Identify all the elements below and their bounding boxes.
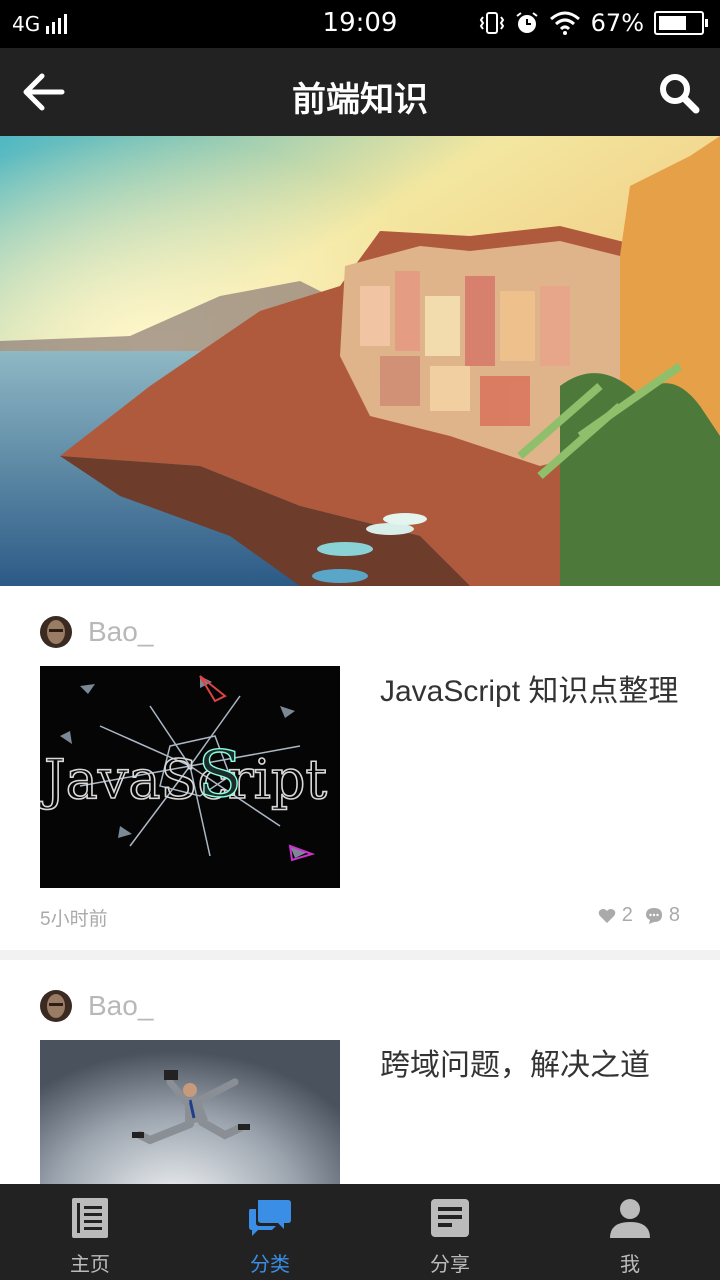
comment-icon[interactable] [645,907,663,925]
nav-label-share: 分享 [430,1254,470,1276]
status-bar: 4G 19:09 67% [0,0,720,48]
note-icon [431,1199,469,1237]
nav-item-me[interactable]: 我 [540,1184,720,1280]
page-title: 前端知识 [292,81,428,119]
battery-icon [654,11,708,35]
nav-label-category: 分类 [250,1254,290,1276]
nav-item-share[interactable]: 分享 [360,1184,540,1280]
nav-label-home: 主页 [70,1254,110,1276]
person-icon [610,1199,650,1238]
alarm-icon [516,12,538,33]
article-stats: 2 8 [598,904,680,927]
comment-count: 8 [668,904,680,926]
chat-bubbles-icon [249,1200,291,1236]
status-icons: 67% [479,9,708,37]
nav-label-me: 我 [620,1254,640,1276]
svg-text:JavaScript: JavaScript [40,748,327,811]
article-title[interactable]: JavaScript 知识点整理 [380,668,680,716]
battery-percent: 67% [590,9,644,37]
vibrate-icon [479,12,504,34]
article-title[interactable]: 跨域问题，解决之道 [380,1042,680,1090]
nav-item-category[interactable]: 分类 [180,1184,360,1280]
svg-text:S: S [198,738,242,812]
heart-icon[interactable] [598,908,616,924]
article-card[interactable]: Bao_ 跨域问题，解决之道 [0,960,720,1184]
nav-item-home[interactable]: 主页 [0,1184,180,1280]
bottom-nav: 主页 分类 分享 我 [0,1184,720,1280]
post-time: 5小时前 [40,909,108,930]
author-name[interactable]: Bao_ [88,990,153,1022]
like-count: 2 [621,904,633,926]
wifi-icon [549,11,580,35]
author-row[interactable]: Bao_ [40,990,153,1022]
avatar[interactable] [40,990,72,1022]
author-row[interactable]: Bao_ [40,616,153,648]
app-bar: 前端知识 [0,48,720,136]
hero-banner-image[interactable] [0,136,720,586]
article-card[interactable]: Bao_ JavaScript S JavaScript 知识点整理 5小时前 … [0,586,720,950]
author-name[interactable]: Bao_ [88,616,153,648]
article-thumbnail[interactable]: JavaScript S [40,666,340,888]
avatar[interactable] [40,616,72,648]
article-thumbnail[interactable] [40,1040,340,1184]
document-icon [72,1198,108,1238]
search-icon[interactable] [658,72,700,114]
